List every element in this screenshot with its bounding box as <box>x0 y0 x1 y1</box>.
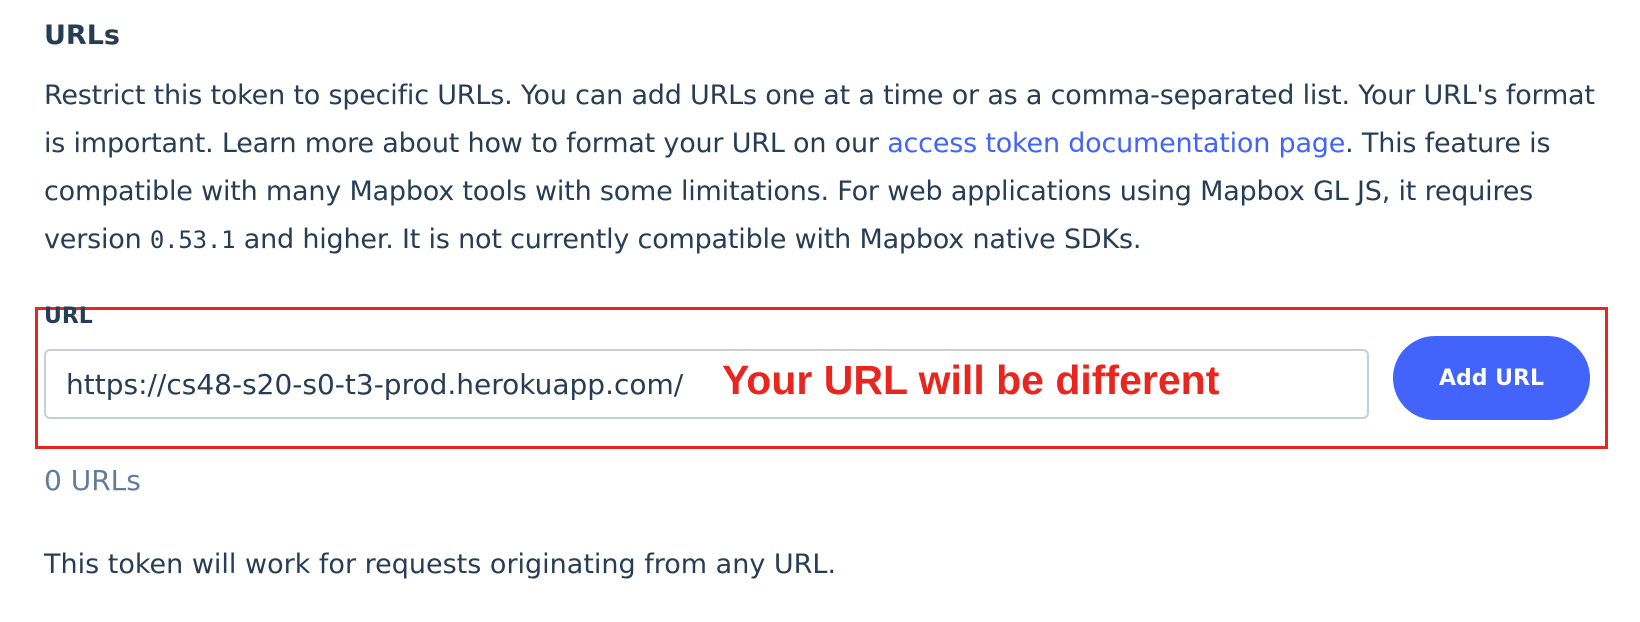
url-restriction-note: This token will work for requests origin… <box>44 549 837 580</box>
url-count: 0 URLs <box>44 464 141 497</box>
access-token-docs-link[interactable]: access token documentation page <box>887 128 1345 159</box>
version-code: 0.53.1 <box>149 226 236 254</box>
url-input-value: https://cs48-s20-s0-t3-prod.herokuapp.co… <box>66 368 684 401</box>
url-field-label: URL <box>44 304 93 329</box>
section-heading: URLs <box>44 20 120 51</box>
description-text-3: and higher. It is not currently compatib… <box>235 224 1142 255</box>
add-url-button[interactable]: Add URL <box>1393 336 1590 420</box>
annotation-text: Your URL will be different <box>722 357 1220 403</box>
section-description: Restrict this token to specific URLs. Yo… <box>44 72 1604 264</box>
